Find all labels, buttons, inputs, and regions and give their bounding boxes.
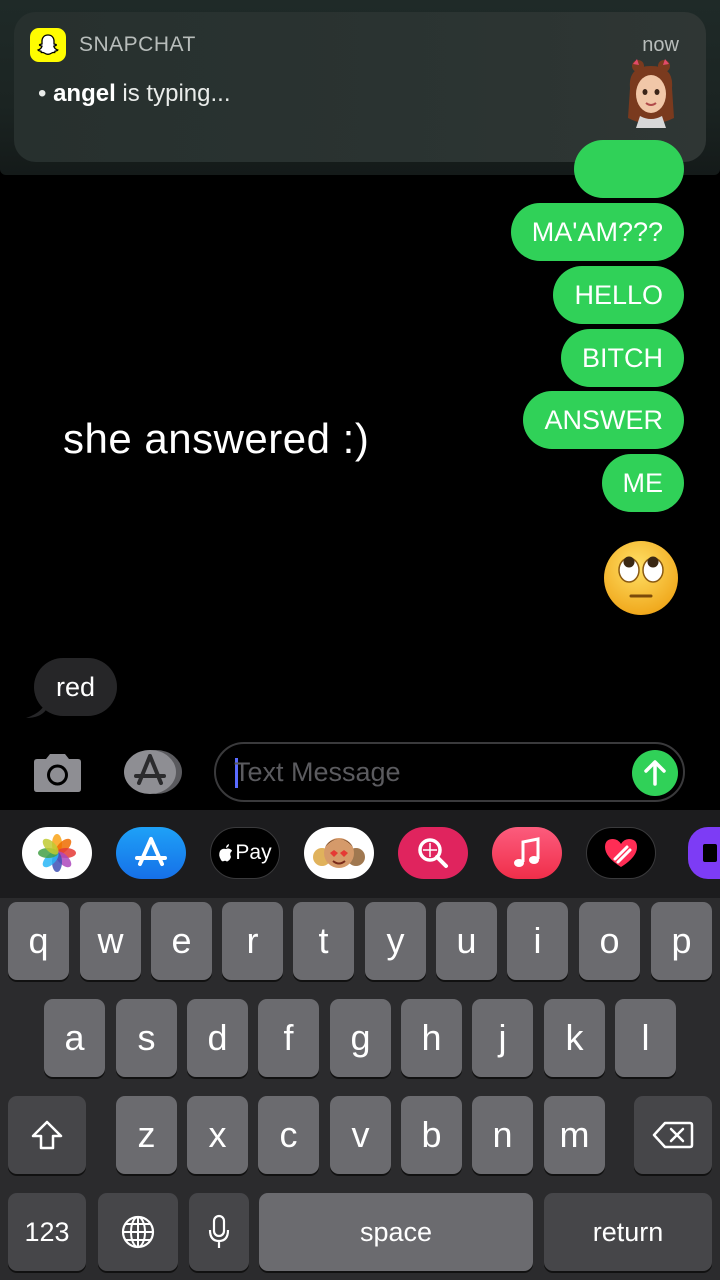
return-key[interactable]: return — [544, 1193, 712, 1271]
key-v[interactable]: v — [330, 1096, 391, 1174]
sent-message[interactable]: ANSWER — [523, 391, 684, 449]
key-n[interactable]: n — [472, 1096, 533, 1174]
backspace-icon — [652, 1121, 694, 1149]
key-x[interactable]: x — [187, 1096, 248, 1174]
key-y[interactable]: y — [365, 902, 426, 980]
key-d[interactable]: d — [187, 999, 248, 1077]
key-p[interactable]: p — [651, 902, 712, 980]
memoji-stickers-icon[interactable] — [304, 827, 374, 879]
key-m[interactable]: m — [544, 1096, 605, 1174]
key-o[interactable]: o — [579, 902, 640, 980]
camera-icon[interactable] — [30, 752, 85, 794]
key-c[interactable]: c — [258, 1096, 319, 1174]
sent-message[interactable]: HELLO — [553, 266, 684, 324]
numbers-key[interactable]: 123 — [8, 1193, 86, 1271]
key-q[interactable]: q — [8, 902, 69, 980]
arrow-up-icon — [644, 760, 666, 786]
app-store-drawer-icon[interactable] — [120, 749, 184, 795]
sent-message[interactable]: MA'AM??? — [510, 203, 684, 261]
keyboard[interactable]: q w e r t y u i o p a s d f g h j k l z … — [0, 898, 720, 1280]
apple-pay-label: Pay — [235, 841, 272, 864]
key-k[interactable]: k — [544, 999, 605, 1077]
shift-key[interactable] — [8, 1096, 86, 1174]
key-t[interactable]: t — [293, 902, 354, 980]
key-u[interactable]: u — [436, 902, 497, 980]
imessage-app-strip[interactable]: Pay — [0, 810, 720, 898]
key-h[interactable]: h — [401, 999, 462, 1077]
dictation-key[interactable] — [189, 1193, 249, 1271]
text-message-input[interactable] — [234, 744, 624, 800]
app-store-icon[interactable] — [116, 827, 186, 879]
key-i[interactable]: i — [507, 902, 568, 980]
more-app-icon[interactable] — [688, 827, 720, 879]
sent-message[interactable]: ME — [601, 454, 684, 512]
photos-app-icon[interactable] — [22, 827, 92, 879]
bitmoji-avatar-icon — [628, 59, 674, 128]
notification-time: now — [642, 34, 679, 56]
text-message-field[interactable] — [214, 742, 685, 802]
notification-app-name: SNAPCHAT — [79, 33, 196, 56]
key-z[interactable]: z — [116, 1096, 177, 1174]
apple-pay-icon[interactable]: Pay — [210, 827, 280, 879]
eye-roll-emoji-icon[interactable] — [603, 540, 679, 616]
sent-bubble-partial — [574, 140, 684, 198]
globe-key[interactable] — [98, 1193, 178, 1271]
snapchat-ghost-icon — [30, 28, 66, 62]
notification-message: • angel is typing... — [38, 80, 230, 108]
search-images-icon[interactable] — [398, 827, 468, 879]
key-l[interactable]: l — [615, 999, 676, 1077]
bullet: • — [38, 80, 47, 107]
sent-message[interactable]: BITCH — [561, 329, 684, 387]
key-r[interactable]: r — [222, 902, 283, 980]
notification-sender: angel — [53, 80, 116, 107]
key-s[interactable]: s — [116, 999, 177, 1077]
delete-key[interactable] — [634, 1096, 712, 1174]
digital-touch-icon[interactable] — [586, 827, 656, 879]
key-e[interactable]: e — [151, 902, 212, 980]
notification-text: is typing... — [115, 80, 231, 107]
apple-logo-icon — [219, 844, 233, 862]
shift-icon — [31, 1120, 63, 1150]
key-j[interactable]: j — [472, 999, 533, 1077]
video-caption: she answered :) — [63, 415, 370, 462]
send-button[interactable] — [632, 750, 678, 796]
key-a[interactable]: a — [44, 999, 105, 1077]
globe-icon — [121, 1215, 155, 1249]
microphone-icon — [208, 1214, 230, 1248]
received-message[interactable]: red — [34, 658, 118, 716]
key-g[interactable]: g — [330, 999, 391, 1077]
music-icon[interactable] — [492, 827, 562, 879]
space-key[interactable]: space — [259, 1193, 533, 1271]
key-f[interactable]: f — [258, 999, 319, 1077]
key-b[interactable]: b — [401, 1096, 462, 1174]
key-w[interactable]: w — [80, 902, 141, 980]
